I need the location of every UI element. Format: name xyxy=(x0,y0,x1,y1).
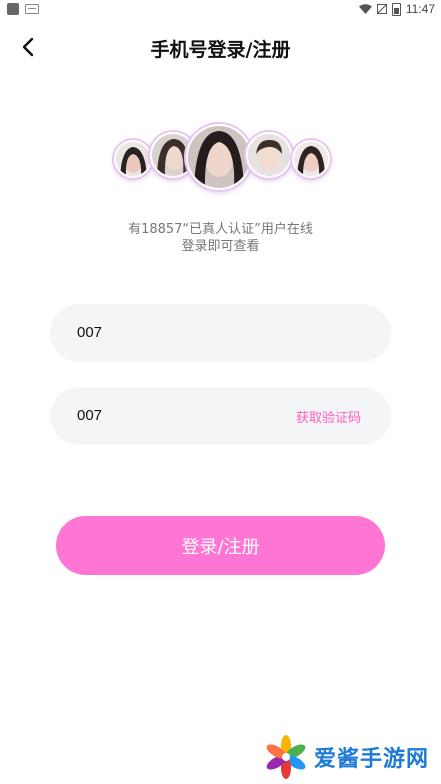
wifi-icon xyxy=(358,4,372,14)
get-code-button[interactable]: 获取验证码 xyxy=(296,407,361,426)
no-signal-icon xyxy=(376,4,387,14)
keyboard-icon xyxy=(25,4,39,14)
status-time: 11:47 xyxy=(405,2,435,16)
page-title: 手机号登录/注册 xyxy=(150,39,291,61)
verification-code-field[interactable]: 007 获取验证码 xyxy=(50,387,391,445)
login-hint-text: 登录即可查看 xyxy=(181,239,260,254)
online-users-avatars xyxy=(0,120,441,195)
watermark: 爱酱手游网 xyxy=(264,735,429,779)
code-input-value[interactable]: 007 xyxy=(77,407,102,424)
avatar xyxy=(114,140,152,178)
avatar xyxy=(186,124,252,190)
phone-field[interactable]: 007 xyxy=(50,304,391,362)
phone-input-value[interactable]: 007 xyxy=(77,324,102,341)
battery-icon xyxy=(391,2,401,16)
header: 手机号登录/注册 xyxy=(0,25,441,69)
app-notification-icon xyxy=(7,3,19,15)
avatar xyxy=(246,132,292,178)
watermark-text: 爱酱手游网 xyxy=(313,747,429,772)
online-users-text: 有18857“已真人认证”用户在线 xyxy=(128,222,313,237)
pinwheel-logo-icon xyxy=(266,735,306,779)
status-bar: 11:47 xyxy=(0,0,441,18)
login-register-button[interactable]: 登录/注册 xyxy=(56,516,385,575)
avatar xyxy=(292,140,330,178)
